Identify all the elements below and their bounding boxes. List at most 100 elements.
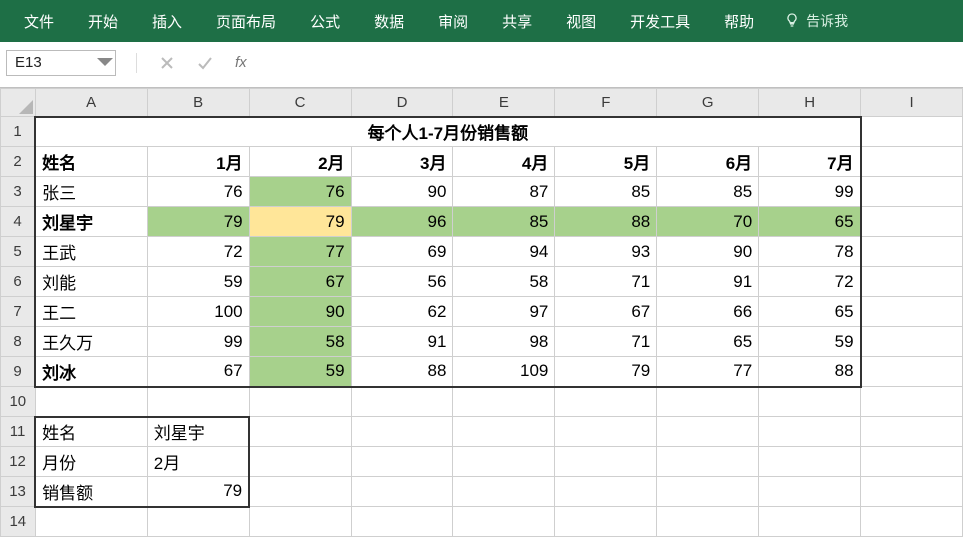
menu-help[interactable]: 帮助 [708,1,770,42]
cell[interactable] [861,297,963,327]
cell[interactable] [351,417,453,447]
cell[interactable]: 70 [657,207,759,237]
cell[interactable] [555,387,657,417]
select-all-corner[interactable] [1,89,36,117]
row-header-8[interactable]: 8 [1,327,36,357]
cell[interactable] [453,447,555,477]
cell[interactable] [351,387,453,417]
cell[interactable]: 71 [555,327,657,357]
cell[interactable]: 88 [555,207,657,237]
cell[interactable] [657,477,759,507]
cell[interactable] [351,447,453,477]
formula-input[interactable] [267,52,957,74]
cell[interactable]: 72 [147,237,249,267]
cell[interactable]: 79 [147,207,249,237]
cell[interactable]: 67 [249,267,351,297]
cell[interactable]: 99 [759,177,861,207]
cell[interactable] [861,237,963,267]
row-header-12[interactable]: 12 [1,447,36,477]
cell[interactable]: 91 [657,267,759,297]
row-header-4[interactable]: 4 [1,207,36,237]
cell[interactable] [759,387,861,417]
cell[interactable]: 77 [249,237,351,267]
cell[interactable]: 94 [453,237,555,267]
cell[interactable]: 79 [147,477,249,507]
cell[interactable]: 79 [249,207,351,237]
cell[interactable] [555,507,657,537]
menu-page-layout[interactable]: 页面布局 [200,1,292,42]
row-header-2[interactable]: 2 [1,147,36,177]
menu-file[interactable]: 文件 [8,1,70,42]
cell[interactable]: 6月 [657,147,759,177]
cell[interactable] [861,477,963,507]
title-cell[interactable]: 每个人1-7月份销售额 [35,117,860,147]
cell[interactable] [759,507,861,537]
cell[interactable]: 91 [351,327,453,357]
cell[interactable]: 姓名 [35,417,147,447]
cell[interactable] [861,357,963,387]
cell[interactable]: 90 [657,237,759,267]
cell[interactable]: 65 [657,327,759,357]
cell[interactable]: 65 [759,297,861,327]
cell[interactable]: 90 [351,177,453,207]
cell[interactable]: 刘能 [35,267,147,297]
cell[interactable] [249,477,351,507]
cell[interactable]: 88 [351,357,453,387]
menu-developer[interactable]: 开发工具 [614,1,706,42]
cell[interactable] [861,207,963,237]
cell[interactable] [351,507,453,537]
menu-data[interactable]: 数据 [358,1,420,42]
cell[interactable]: 77 [657,357,759,387]
cell[interactable]: 王二 [35,297,147,327]
col-header-D[interactable]: D [351,89,453,117]
col-header-F[interactable]: F [555,89,657,117]
cell[interactable]: 97 [453,297,555,327]
cell[interactable]: 62 [351,297,453,327]
cell[interactable]: 2月 [147,447,249,477]
cell[interactable]: 销售额 [35,477,147,507]
col-header-A[interactable]: A [35,89,147,117]
row-header-3[interactable]: 3 [1,177,36,207]
cell[interactable] [249,387,351,417]
menu-view[interactable]: 视图 [550,1,612,42]
cell[interactable]: 67 [147,357,249,387]
cell[interactable]: 59 [147,267,249,297]
spreadsheet-grid[interactable]: A B C D E F G H I 1 每个人1-7月份销售额 2 姓名 1月 … [0,88,963,537]
cell[interactable] [861,447,963,477]
cell[interactable] [249,507,351,537]
cell[interactable] [759,477,861,507]
cell[interactable]: 85 [453,207,555,237]
cell[interactable] [759,447,861,477]
col-header-H[interactable]: H [759,89,861,117]
cell[interactable] [249,447,351,477]
cell[interactable] [861,327,963,357]
cell[interactable] [861,387,963,417]
cell[interactable] [35,387,147,417]
row-header-11[interactable]: 11 [1,417,36,447]
cell[interactable]: 58 [249,327,351,357]
cell[interactable]: 姓名 [35,147,147,177]
cell[interactable]: 1月 [147,147,249,177]
cell[interactable] [35,507,147,537]
cell[interactable]: 79 [555,357,657,387]
menu-formulas[interactable]: 公式 [294,1,356,42]
cell[interactable]: 刘冰 [35,357,147,387]
cell[interactable] [555,477,657,507]
chevron-down-icon[interactable] [97,53,113,73]
cell[interactable] [351,477,453,507]
col-header-E[interactable]: E [453,89,555,117]
cell[interactable]: 85 [555,177,657,207]
cell[interactable] [657,387,759,417]
cell[interactable]: 90 [249,297,351,327]
menu-share[interactable]: 共享 [486,1,548,42]
cell[interactable] [657,447,759,477]
col-header-I[interactable]: I [861,89,963,117]
cell[interactable] [249,417,351,447]
fx-icon[interactable]: fx [235,54,247,71]
row-header-13[interactable]: 13 [1,477,36,507]
cell[interactable]: 65 [759,207,861,237]
cell[interactable]: 59 [759,327,861,357]
cell[interactable] [861,417,963,447]
cancel-icon[interactable] [159,55,175,71]
row-header-7[interactable]: 7 [1,297,36,327]
